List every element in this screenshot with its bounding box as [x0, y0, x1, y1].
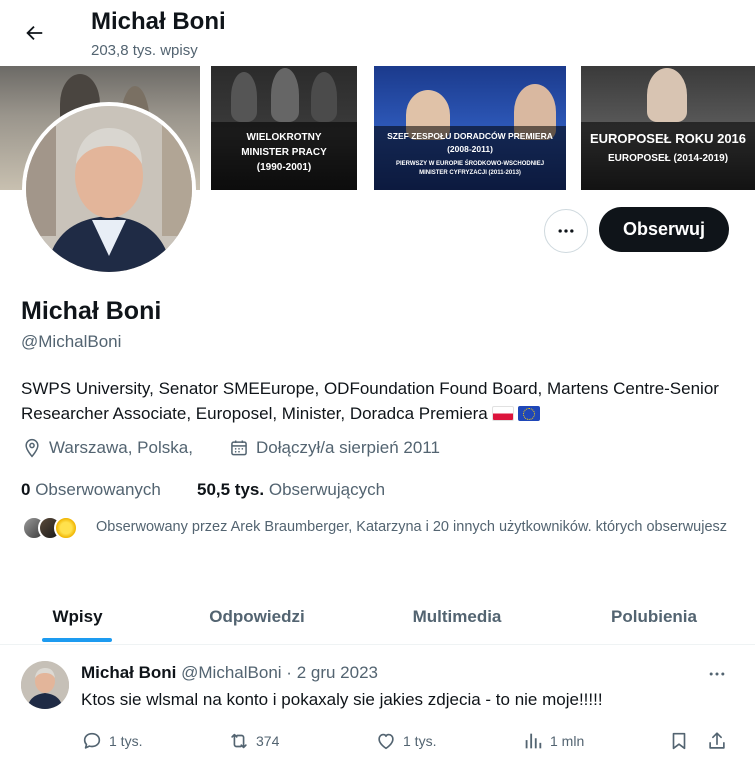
- location-text: Warszawa, Polska,: [49, 438, 193, 457]
- tab-media[interactable]: Multimedia: [358, 588, 556, 645]
- banner-photo-2: WIELOKROTNY MINISTER PRACY (1990-2001): [211, 66, 357, 190]
- profile-header: Michał Boni 203,8 tys. wpisy: [0, 0, 755, 64]
- poland-flag-icon: [491, 406, 514, 421]
- profile-name: Michał Boni: [21, 297, 162, 325]
- profile-bio: SWPS University, Senator SMEEurope, ODFo…: [21, 376, 736, 426]
- following-count: 0: [21, 480, 31, 499]
- reply-count: 1 tys.: [109, 733, 143, 749]
- avatar: [54, 516, 78, 540]
- profile-tabs: Wpisy Odpowiedzi Multimedia Polubienia: [0, 588, 755, 645]
- calendar-icon: [231, 440, 247, 456]
- banner-photo-4: EUROPOSEŁ ROKU 2016 EUROPOSEŁ (2014-2019…: [581, 66, 755, 190]
- views-count: 1 mln: [550, 733, 585, 749]
- caption-line: MINISTER PRACY: [241, 147, 327, 158]
- repost-icon: [231, 733, 247, 749]
- bookmark-icon: [672, 732, 686, 750]
- post-separator: ·: [286, 663, 292, 682]
- post-text: Ktos sie wlsmal na konto i pokaxaly sie …: [81, 690, 603, 709]
- followed-by-avatars[interactable]: [22, 516, 78, 540]
- views-button[interactable]: 1 mln: [522, 730, 584, 752]
- joined-text: Dołączył/a sierpień 2011: [256, 438, 440, 457]
- like-count: 1 tys.: [403, 733, 437, 749]
- following-label: Obserwowanych: [35, 480, 161, 499]
- follow-button[interactable]: Obserwuj: [599, 207, 729, 252]
- followers-count: 50,5 tys.: [197, 480, 265, 499]
- eu-flag-icon: [517, 406, 540, 421]
- like-button[interactable]: 1 tys.: [375, 730, 436, 752]
- repost-button[interactable]: 374: [228, 730, 279, 752]
- caption-line: MINISTER CYFRYZACJI (2011-2013): [419, 170, 521, 176]
- back-button[interactable]: [14, 13, 54, 53]
- tab-likes[interactable]: Polubienia: [555, 588, 753, 645]
- caption-line: WIELOKROTNY: [246, 132, 322, 143]
- bookmark-button[interactable]: [668, 730, 696, 752]
- post-avatar[interactable]: [21, 661, 69, 709]
- profile-location: Warszawa, Polska,: [22, 438, 193, 458]
- repost-count: 374: [256, 733, 280, 749]
- caption-line: EUROPOSEŁ ROKU 2016: [589, 131, 747, 146]
- share-button[interactable]: [706, 730, 734, 752]
- followers-label: Obserwujących: [268, 480, 386, 499]
- reply-icon: [83, 732, 101, 749]
- active-tab-indicator: [42, 638, 112, 642]
- header-post-count: 203,8 tys. wpisy: [91, 42, 198, 59]
- profile-avatar[interactable]: [22, 102, 196, 276]
- post-more-button[interactable]: [703, 660, 731, 688]
- arrow-left-icon: [26, 25, 43, 41]
- caption-line: (1990-2001): [256, 162, 312, 173]
- avatar-image: [26, 106, 192, 272]
- location-pin-icon: [25, 438, 39, 458]
- profile-join-date: Dołączył/a sierpień 2011: [229, 438, 440, 458]
- post-author[interactable]: Michał Boni: [81, 663, 176, 682]
- profile-handle: @MichalBoni: [21, 332, 122, 351]
- followers-link[interactable]: 50,5 tys. Obserwujących: [197, 480, 385, 500]
- header-name: Michał Boni: [91, 8, 226, 35]
- post-header: Michał Boni @MichalBoni · 2 gru 2023: [81, 663, 378, 683]
- share-icon: [709, 732, 725, 749]
- caption-line: PIERWSZY W EUROPIE ŚRODKOWO-WSCHODNIEJ: [395, 161, 545, 167]
- person-silhouette-icon: [21, 661, 69, 709]
- banner-caption-2: WIELOKROTNY MINISTER PRACY (1990-2001): [211, 122, 357, 190]
- bio-text: SWPS University, Senator SMEEurope, ODFo…: [21, 379, 719, 423]
- person-silhouette-icon: [26, 106, 192, 272]
- post-date[interactable]: 2 gru 2023: [297, 663, 378, 682]
- more-horizontal-icon: [558, 229, 574, 233]
- post-handle[interactable]: @MichalBoni: [181, 663, 281, 682]
- caption-line: SZEF ZESPOŁU DORADCÓW PREMIERA (2008-201…: [387, 131, 553, 154]
- banner-caption-4: EUROPOSEŁ ROKU 2016 EUROPOSEŁ (2014-2019…: [581, 122, 755, 190]
- banner-caption-3: SZEF ZESPOŁU DORADCÓW PREMIERA (2008-201…: [374, 126, 566, 190]
- more-options-button[interactable]: [544, 209, 588, 253]
- caption-line: EUROPOSEŁ (2014-2019): [607, 153, 729, 164]
- reply-button[interactable]: 1 tys.: [81, 730, 142, 752]
- analytics-icon: [525, 733, 542, 749]
- more-horizontal-icon: [709, 672, 725, 676]
- heart-icon: [378, 733, 394, 750]
- tab-replies[interactable]: Odpowiedzi: [158, 588, 356, 645]
- followed-by-text[interactable]: Obserwowany przez Arek Braumberger, Kata…: [96, 517, 736, 538]
- following-link[interactable]: 0 Obserwowanych: [21, 480, 161, 500]
- banner-photo-3: SZEF ZESPOŁU DORADCÓW PREMIERA (2008-201…: [374, 66, 566, 190]
- tab-posts[interactable]: Wpisy: [0, 588, 155, 645]
